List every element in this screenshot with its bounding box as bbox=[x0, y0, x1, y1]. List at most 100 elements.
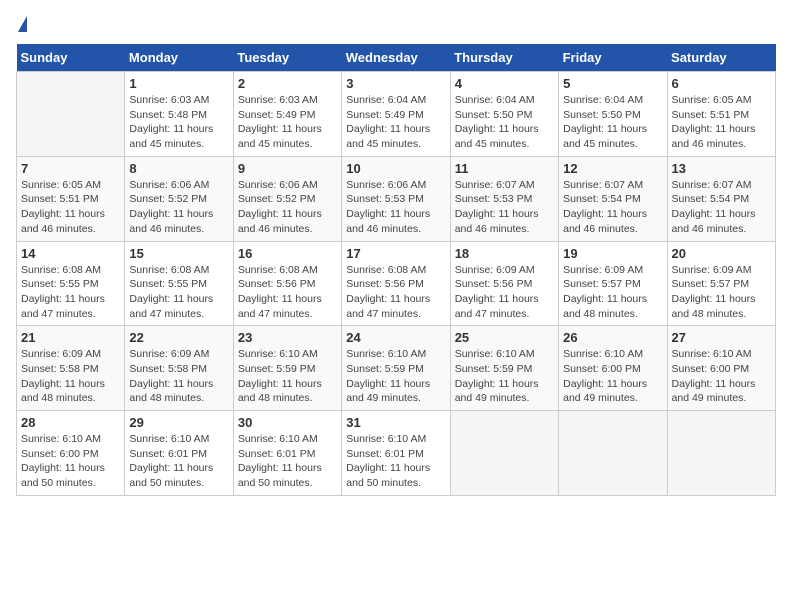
calendar-cell: 26 Sunrise: 6:10 AMSunset: 6:00 PMDayligh… bbox=[559, 326, 667, 411]
calendar-week-row: 7 Sunrise: 6:05 AMSunset: 5:51 PMDaylight… bbox=[17, 156, 776, 241]
calendar-cell: 12 Sunrise: 6:07 AMSunset: 5:54 PMDayligh… bbox=[559, 156, 667, 241]
day-number: 14 bbox=[21, 246, 120, 261]
calendar-cell: 24 Sunrise: 6:10 AMSunset: 5:59 PMDayligh… bbox=[342, 326, 450, 411]
logo-triangle-icon bbox=[18, 16, 27, 32]
day-number: 2 bbox=[238, 76, 337, 91]
logo bbox=[16, 16, 27, 34]
calendar-cell: 20 Sunrise: 6:09 AMSunset: 5:57 PMDayligh… bbox=[667, 241, 775, 326]
day-number: 20 bbox=[672, 246, 771, 261]
day-info: Sunrise: 6:04 AMSunset: 5:50 PMDaylight:… bbox=[563, 93, 662, 152]
day-info: Sunrise: 6:03 AMSunset: 5:49 PMDaylight:… bbox=[238, 93, 337, 152]
calendar-cell: 21 Sunrise: 6:09 AMSunset: 5:58 PMDayligh… bbox=[17, 326, 125, 411]
day-info: Sunrise: 6:10 AMSunset: 6:01 PMDaylight:… bbox=[346, 432, 445, 491]
calendar-cell: 8Sunrise: 6:06 AMSunset: 5:52 PMDaylight… bbox=[125, 156, 233, 241]
day-info: Sunrise: 6:09 AMSunset: 5:57 PMDaylight:… bbox=[672, 263, 771, 322]
day-number: 24 bbox=[346, 330, 445, 345]
calendar-cell bbox=[559, 411, 667, 496]
calendar-cell: 9 Sunrise: 6:06 AMSunset: 5:52 PMDaylight… bbox=[233, 156, 341, 241]
calendar-cell: 19 Sunrise: 6:09 AMSunset: 5:57 PMDayligh… bbox=[559, 241, 667, 326]
day-info: Sunrise: 6:10 AMSunset: 6:01 PMDaylight:… bbox=[238, 432, 337, 491]
day-info: Sunrise: 6:06 AMSunset: 5:52 PMDaylight:… bbox=[129, 178, 228, 237]
day-info: Sunrise: 6:06 AMSunset: 5:53 PMDaylight:… bbox=[346, 178, 445, 237]
calendar-cell: 17 Sunrise: 6:08 AMSunset: 5:56 PMDayligh… bbox=[342, 241, 450, 326]
calendar-week-row: 28 Sunrise: 6:10 AMSunset: 6:00 PMDayligh… bbox=[17, 411, 776, 496]
calendar-cell: 31Sunrise: 6:10 AMSunset: 6:01 PMDayligh… bbox=[342, 411, 450, 496]
calendar-cell: 7 Sunrise: 6:05 AMSunset: 5:51 PMDaylight… bbox=[17, 156, 125, 241]
calendar-header-tuesday: Tuesday bbox=[233, 44, 341, 72]
day-info: Sunrise: 6:09 AMSunset: 5:58 PMDaylight:… bbox=[21, 347, 120, 406]
day-number: 12 bbox=[563, 161, 662, 176]
day-number: 23 bbox=[238, 330, 337, 345]
calendar-cell: 28 Sunrise: 6:10 AMSunset: 6:00 PMDayligh… bbox=[17, 411, 125, 496]
day-info: Sunrise: 6:09 AMSunset: 5:58 PMDaylight:… bbox=[129, 347, 228, 406]
calendar-week-row: 14 Sunrise: 6:08 AMSunset: 5:55 PMDayligh… bbox=[17, 241, 776, 326]
day-number: 15 bbox=[129, 246, 228, 261]
day-number: 26 bbox=[563, 330, 662, 345]
day-number: 10 bbox=[346, 161, 445, 176]
calendar-cell: 5 Sunrise: 6:04 AMSunset: 5:50 PMDaylight… bbox=[559, 72, 667, 157]
day-info: Sunrise: 6:09 AMSunset: 5:57 PMDaylight:… bbox=[563, 263, 662, 322]
day-info: Sunrise: 6:05 AMSunset: 5:51 PMDaylight:… bbox=[21, 178, 120, 237]
day-info: Sunrise: 6:10 AMSunset: 6:01 PMDaylight:… bbox=[129, 432, 228, 491]
day-number: 27 bbox=[672, 330, 771, 345]
day-info: Sunrise: 6:10 AMSunset: 6:00 PMDaylight:… bbox=[563, 347, 662, 406]
day-info: Sunrise: 6:09 AMSunset: 5:56 PMDaylight:… bbox=[455, 263, 554, 322]
day-number: 16 bbox=[238, 246, 337, 261]
day-info: Sunrise: 6:04 AMSunset: 5:49 PMDaylight:… bbox=[346, 93, 445, 152]
day-number: 28 bbox=[21, 415, 120, 430]
day-info: Sunrise: 6:06 AMSunset: 5:52 PMDaylight:… bbox=[238, 178, 337, 237]
day-number: 19 bbox=[563, 246, 662, 261]
day-number: 9 bbox=[238, 161, 337, 176]
calendar-cell: 30Sunrise: 6:10 AMSunset: 6:01 PMDayligh… bbox=[233, 411, 341, 496]
calendar-week-row: 1 Sunrise: 6:03 AMSunset: 5:48 PMDaylight… bbox=[17, 72, 776, 157]
calendar-header-saturday: Saturday bbox=[667, 44, 775, 72]
day-info: Sunrise: 6:03 AMSunset: 5:48 PMDaylight:… bbox=[129, 93, 228, 152]
day-info: Sunrise: 6:08 AMSunset: 5:56 PMDaylight:… bbox=[346, 263, 445, 322]
calendar-header-sunday: Sunday bbox=[17, 44, 125, 72]
calendar-cell: 15Sunrise: 6:08 AMSunset: 5:55 PMDayligh… bbox=[125, 241, 233, 326]
calendar-table: SundayMondayTuesdayWednesdayThursdayFrid… bbox=[16, 44, 776, 496]
day-info: Sunrise: 6:07 AMSunset: 5:54 PMDaylight:… bbox=[563, 178, 662, 237]
calendar-cell: 18 Sunrise: 6:09 AMSunset: 5:56 PMDayligh… bbox=[450, 241, 558, 326]
calendar-cell: 29 Sunrise: 6:10 AMSunset: 6:01 PMDayligh… bbox=[125, 411, 233, 496]
calendar-cell bbox=[17, 72, 125, 157]
calendar-cell: 3Sunrise: 6:04 AMSunset: 5:49 PMDaylight… bbox=[342, 72, 450, 157]
day-number: 13 bbox=[672, 161, 771, 176]
day-number: 25 bbox=[455, 330, 554, 345]
header bbox=[16, 16, 776, 34]
calendar-header-monday: Monday bbox=[125, 44, 233, 72]
calendar-cell: 14 Sunrise: 6:08 AMSunset: 5:55 PMDayligh… bbox=[17, 241, 125, 326]
day-info: Sunrise: 6:05 AMSunset: 5:51 PMDaylight:… bbox=[672, 93, 771, 152]
calendar-cell: 1 Sunrise: 6:03 AMSunset: 5:48 PMDaylight… bbox=[125, 72, 233, 157]
day-number: 17 bbox=[346, 246, 445, 261]
calendar-cell: 13 Sunrise: 6:07 AMSunset: 5:54 PMDayligh… bbox=[667, 156, 775, 241]
calendar-cell: 23 Sunrise: 6:10 AMSunset: 5:59 PMDayligh… bbox=[233, 326, 341, 411]
day-number: 6 bbox=[672, 76, 771, 91]
day-number: 18 bbox=[455, 246, 554, 261]
day-number: 5 bbox=[563, 76, 662, 91]
day-number: 1 bbox=[129, 76, 228, 91]
calendar-header-friday: Friday bbox=[559, 44, 667, 72]
day-number: 29 bbox=[129, 415, 228, 430]
calendar-cell: 6 Sunrise: 6:05 AMSunset: 5:51 PMDaylight… bbox=[667, 72, 775, 157]
day-info: Sunrise: 6:07 AMSunset: 5:53 PMDaylight:… bbox=[455, 178, 554, 237]
calendar-cell bbox=[667, 411, 775, 496]
day-number: 7 bbox=[21, 161, 120, 176]
day-info: Sunrise: 6:10 AMSunset: 5:59 PMDaylight:… bbox=[346, 347, 445, 406]
day-info: Sunrise: 6:08 AMSunset: 5:56 PMDaylight:… bbox=[238, 263, 337, 322]
calendar-cell: 27Sunrise: 6:10 AMSunset: 6:00 PMDayligh… bbox=[667, 326, 775, 411]
day-info: Sunrise: 6:10 AMSunset: 6:00 PMDaylight:… bbox=[21, 432, 120, 491]
day-info: Sunrise: 6:10 AMSunset: 5:59 PMDaylight:… bbox=[455, 347, 554, 406]
calendar-cell: 16 Sunrise: 6:08 AMSunset: 5:56 PMDayligh… bbox=[233, 241, 341, 326]
calendar-cell: 22Sunrise: 6:09 AMSunset: 5:58 PMDayligh… bbox=[125, 326, 233, 411]
calendar-cell: 10 Sunrise: 6:06 AMSunset: 5:53 PMDayligh… bbox=[342, 156, 450, 241]
calendar-cell: 11Sunrise: 6:07 AMSunset: 5:53 PMDayligh… bbox=[450, 156, 558, 241]
day-info: Sunrise: 6:08 AMSunset: 5:55 PMDaylight:… bbox=[21, 263, 120, 322]
calendar-cell: 4Sunrise: 6:04 AMSunset: 5:50 PMDaylight… bbox=[450, 72, 558, 157]
day-number: 21 bbox=[21, 330, 120, 345]
day-info: Sunrise: 6:07 AMSunset: 5:54 PMDaylight:… bbox=[672, 178, 771, 237]
day-info: Sunrise: 6:10 AMSunset: 5:59 PMDaylight:… bbox=[238, 347, 337, 406]
calendar-header-wednesday: Wednesday bbox=[342, 44, 450, 72]
calendar-cell bbox=[450, 411, 558, 496]
calendar-cell: 25 Sunrise: 6:10 AMSunset: 5:59 PMDayligh… bbox=[450, 326, 558, 411]
